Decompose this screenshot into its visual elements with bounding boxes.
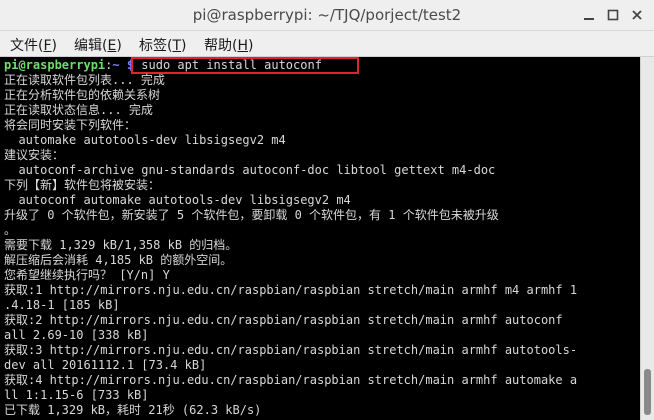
command-highlight-box [131, 57, 359, 74]
menu-help[interactable]: 帮助(H) [204, 35, 253, 55]
vertical-scrollbar[interactable] [640, 57, 654, 420]
terminal-line: 将会同时安装下列软件： [4, 118, 137, 132]
terminal-line: dev all 20161112.1 [73.4 kB] [4, 358, 207, 372]
menu-file[interactable]: 文件(F) [10, 35, 57, 55]
terminal-line: 获取:3 http://mirrors.nju.edu.cn/raspbian/… [4, 343, 578, 357]
terminal-line: 获取:2 http://mirrors.nju.edu.cn/raspbian/… [4, 313, 563, 327]
terminal-line: automake autotools-dev libsigsegv2 m4 [4, 133, 286, 147]
minimize-icon [584, 18, 594, 20]
menu-edit[interactable]: 编辑(E) [74, 35, 122, 55]
close-button[interactable] [628, 7, 646, 23]
terminal-line: 正在分析软件包的依赖关系树 [4, 88, 161, 102]
terminal-line: autoconf-archive gnu-standards autoconf-… [4, 163, 496, 177]
minimize-button[interactable] [580, 7, 598, 23]
terminal-line: 正在读取状态信息... 完成 [4, 103, 153, 117]
terminal-output[interactable]: pi@raspberrypi:~ $ sudo apt install auto… [0, 57, 640, 420]
terminal-line: 建议安装： [4, 148, 65, 162]
terminal-line: 需要下载 1,329 kB/1,358 kB 的归档。 [4, 238, 238, 252]
terminal-line: 正在读取软件包列表... 完成 [4, 73, 165, 87]
terminal-line: 获取:4 http://mirrors.nju.edu.cn/raspbian/… [4, 373, 578, 387]
terminal-window: pi@raspberrypi: ~/TJQ/porject/test2 文件(F… [0, 0, 654, 420]
terminal-line: 。 [4, 223, 17, 237]
prompt-user: pi@raspberrypi [4, 58, 106, 72]
title-bar[interactable]: pi@raspberrypi: ~/TJQ/porject/test2 [0, 0, 654, 31]
terminal-line: 下列【新】软件包将被安装： [4, 178, 161, 192]
maximize-icon [607, 9, 619, 21]
scrollbar-thumb[interactable] [644, 369, 651, 415]
terminal-line: 您希望继续执行吗？ [Y/n] Y [4, 268, 170, 282]
menu-bar: 文件(F) 编辑(E) 标签(T) 帮助(H) [0, 31, 654, 57]
maximize-button[interactable] [604, 7, 622, 23]
terminal-line: 升级了 0 个软件包，新安装了 5 个软件包，要卸载 0 个软件包，有 1 个软… [4, 208, 499, 222]
terminal-line: autoconf automake autotools-dev libsigse… [4, 193, 351, 207]
terminal-line: 解压缩后会消耗 4,185 kB 的额外空间。 [4, 253, 233, 267]
close-icon [632, 10, 642, 20]
terminal-line: 获取:1 http://mirrors.nju.edu.cn/raspbian/… [4, 283, 578, 297]
terminal-line: .4.18-1 [185 kB] [4, 298, 120, 312]
terminal-line: 已下载 1,329 kB，耗时 21秒 (62.3 kB/s) [4, 403, 262, 417]
menu-tabs[interactable]: 标签(T) [139, 35, 187, 55]
window-title: pi@raspberrypi: ~/TJQ/porject/test2 [192, 6, 462, 24]
terminal-line: ll 1:1.15-6 [733 kB] [4, 388, 149, 402]
terminal-line: all 2.69-10 [338 kB] [4, 328, 149, 342]
